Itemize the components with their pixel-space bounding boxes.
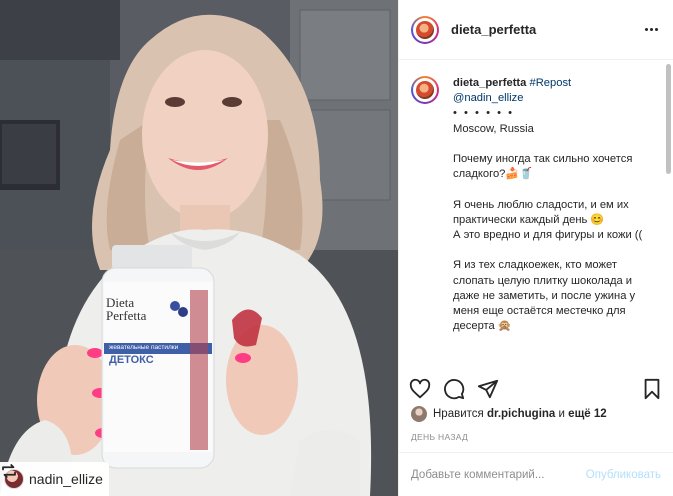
liker-avatar	[411, 406, 427, 422]
comments-area[interactable]: dieta_perfetta #Repost @nadin_ellize • •…	[399, 60, 673, 366]
caption-mention[interactable]: @nadin_ellize	[453, 91, 661, 106]
caption-hashtag[interactable]: #Repost	[529, 77, 571, 89]
comment-form: Опубликовать	[399, 452, 673, 496]
caption-paragraph: Я очень люблю сладости, и ем их практиче…	[453, 198, 629, 226]
brand-logo-icon	[416, 81, 434, 99]
caption-paragraph: А это вредно и для фигуры и кожи ((	[453, 229, 643, 241]
share-icon[interactable]	[477, 378, 499, 400]
comment-icon[interactable]	[443, 378, 465, 400]
caption-paragraph: Я из тех сладкоежек, кто может слопать ц…	[453, 259, 636, 333]
repost-username: nadin_ellize	[29, 471, 103, 487]
caption-location: Moscow, Russia	[453, 122, 534, 135]
product-label: Dieta Perfetta жевательные пастилки ДЕТО…	[106, 296, 216, 366]
action-bar	[399, 373, 673, 405]
post-timestamp[interactable]: ДЕНЬ НАЗАД	[411, 432, 468, 442]
likes-prefix: Нравится	[433, 408, 484, 420]
product-subtitle: жевательные пастилки	[109, 344, 179, 351]
heart-icon[interactable]	[409, 378, 431, 400]
publish-button[interactable]: Опубликовать	[586, 469, 661, 481]
author-avatar[interactable]	[411, 15, 439, 44]
caption-avatar[interactable]	[411, 76, 439, 104]
product-name: ДЕТОКС	[109, 354, 154, 366]
comment-input[interactable]	[411, 468, 586, 481]
repost-credit[interactable]: nadin_ellize	[0, 462, 109, 496]
bookmark-icon[interactable]	[641, 378, 663, 400]
brand-logo-icon	[416, 20, 434, 39]
repost-icon	[2, 464, 16, 478]
caption-body: dieta_perfetta #Repost @nadin_ellize • •…	[453, 76, 661, 334]
author-username[interactable]: dieta_perfetta	[451, 22, 641, 37]
caption-dots: • • • • • •	[453, 107, 515, 120]
post-side-panel: dieta_perfetta dieta_perfetta #Repost @n…	[398, 0, 673, 496]
likes-user[interactable]: dr.pichugina	[487, 408, 555, 420]
likes-others[interactable]: ещё 12	[568, 408, 606, 420]
more-options-icon[interactable]	[641, 28, 661, 31]
product-brand-line2: Perfetta	[106, 308, 147, 323]
caption: dieta_perfetta #Repost @nadin_ellize • •…	[411, 76, 661, 334]
caption-paragraph: Почему иногда так сильно хочется сладког…	[453, 153, 633, 181]
comments-scrollbar[interactable]	[666, 64, 671, 174]
post-header: dieta_perfetta	[399, 0, 673, 60]
post-photo[interactable]: Dieta Perfetta жевательные пастилки ДЕТО…	[0, 0, 398, 496]
likes-middle: и	[558, 408, 565, 420]
caption-username[interactable]: dieta_perfetta	[453, 77, 526, 89]
likes-summary[interactable]: Нравится dr.pichugina и ещё 12	[411, 406, 661, 422]
post-image	[0, 0, 398, 496]
